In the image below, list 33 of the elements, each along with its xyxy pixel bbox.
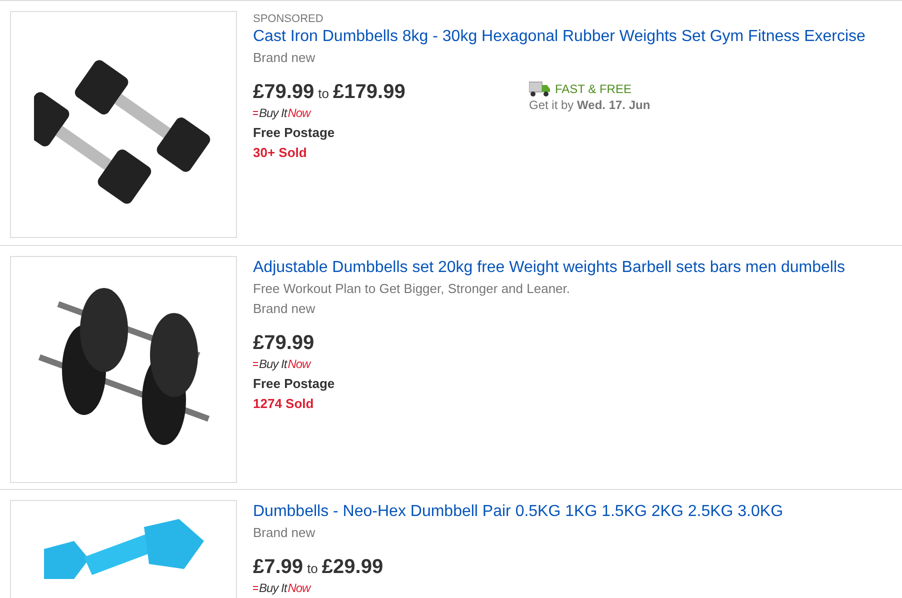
sponsored-label: SPONSORED [253,12,324,26]
postage-text: Free Postage [253,124,336,142]
logo-text: Buy It [259,105,287,122]
listing-title[interactable]: Dumbbells - Neo-Hex Dumbbell Pair 0.5KG 1KG 1.5KG 2KG 2.5KG 3.0KG [253,501,784,523]
product-photo[interactable] [10,256,237,483]
logo-text: Buy It [259,580,287,597]
postage-text: Free Postage [253,375,336,393]
price-separator: to [318,85,330,103]
condition-text: Brand new [253,524,316,542]
price-text: £79.99 [253,80,314,104]
listing-title[interactable]: Adjustable Dumbbells set 20kg free Weight weights Barbell sets bars men dumbells [253,257,845,279]
truck-icon [529,80,551,98]
logo-text: Now [288,580,310,597]
sold-count: 1274 Sold [253,395,315,413]
price-separator: to [307,560,318,578]
listing-title[interactable]: Cast Iron Dumbbells 8kg - 30kg Hexagonal Rubber Weights Set Gym Fitness Exercise [253,26,866,48]
price-text: £29.99 [322,555,384,579]
fast-free-label: FAST & FREE [555,81,632,98]
logo-text: Now [288,356,310,373]
price-text: £79.99 [253,331,314,355]
sold-count: 30+ Sold [253,144,308,162]
condition-text: Brand new [253,49,316,67]
price-text: £179.99 [333,80,406,104]
delivery-estimate: Get it by Wed. 17. Jun [529,98,650,112]
speed-lines-icon [253,586,258,590]
logo-text: Buy It [259,356,287,373]
condition-text: Brand new [253,300,316,318]
speed-lines-icon [253,362,258,366]
product-photo[interactable] [10,11,237,238]
speed-lines-icon [253,111,258,115]
logo-text: Now [288,105,310,122]
price-text: £7.99 [253,555,304,579]
listing-subtitle: Free Workout Plan to Get Bigger, Stronger and Leaner. [253,280,572,298]
